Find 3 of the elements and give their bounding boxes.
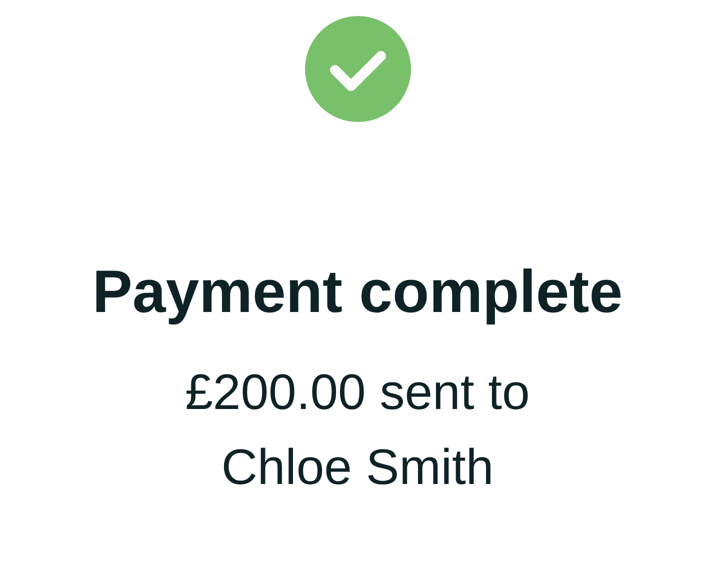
payment-message: £200.00 sent to Chloe Smith [184,363,531,497]
title: Payment complete [92,257,623,327]
check-icon [304,16,410,122]
